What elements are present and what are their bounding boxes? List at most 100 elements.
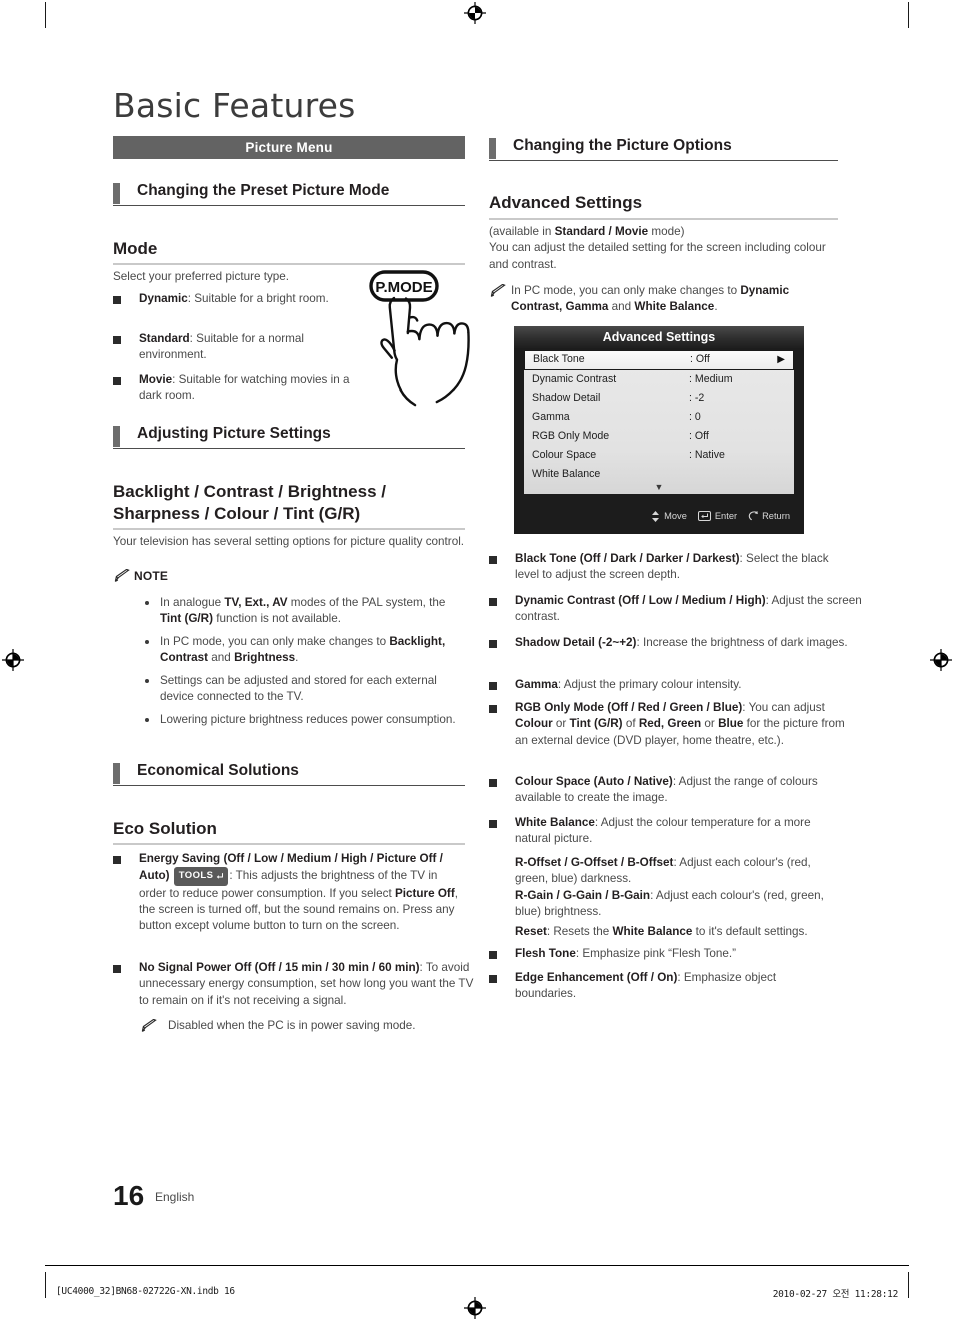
white-balance-sub-offset: R-Offset / G-Offset / B-Offset: Adjust e… [515, 856, 811, 886]
osd-hint-enter: Enter [697, 511, 738, 521]
osd-row-shadow-detail[interactable]: Shadow Detail : -2 [524, 390, 794, 408]
term-standard: Standard [139, 332, 190, 345]
footer-divider [45, 1265, 909, 1266]
heading-backlight-rule [113, 528, 465, 530]
osd-row-value: : -2 [689, 392, 705, 404]
footer-timestamp: 2010-02-27 오전 11:28:12 [772, 1289, 899, 1300]
osd-row-value: : Native [689, 449, 725, 461]
tv-osd-advanced-settings: Advanced Settings Black Tone : Off ▶ Dyn… [514, 326, 804, 534]
crop-mark-bottom-left [45, 1272, 47, 1298]
section-tab-icon [489, 138, 496, 159]
osd-row-gamma[interactable]: Gamma : 0 [524, 409, 794, 427]
section-tab-icon [113, 183, 120, 204]
osd-row-value: : Medium [689, 373, 733, 385]
desc-dynamic: : Suitable for a bright room. [187, 292, 329, 305]
heading-backlight-contrast: Backlight / Contrast / Brightness / Shar… [113, 481, 473, 525]
return-arrow-icon [748, 511, 758, 521]
square-bullet-icon [113, 965, 121, 973]
osd-row-label: Dynamic Contrast [532, 373, 617, 385]
round-bullet-icon [145, 601, 149, 605]
option-text: Dynamic Contrast (Off / Low / Medium / H… [515, 594, 862, 624]
option-text: White Balance: Adjust the colour tempera… [515, 816, 811, 846]
section-rule [489, 159, 838, 161]
pmode-button-illustration: P.MODE [366, 268, 478, 410]
osd-row-rgb-only-mode[interactable]: RGB Only Mode : Off [524, 428, 794, 446]
registration-mark-top [464, 2, 486, 24]
option-text: Black Tone (Off / Dark / Darker / Darkes… [515, 552, 829, 582]
square-bullet-icon [489, 556, 497, 564]
list-item-text: Movie: Suitable for watching movies in a… [139, 372, 363, 405]
heading-advanced-rule [489, 218, 838, 220]
backlight-intro: Your television has several setting opti… [113, 535, 465, 548]
osd-hint-enter-label: Enter [714, 511, 738, 521]
section-header-economical-solutions: Economical Solutions [113, 762, 465, 786]
crop-mark-top-right [908, 2, 910, 28]
section-tab-icon [113, 426, 120, 447]
square-bullet-icon [489, 640, 497, 648]
osd-list: Black Tone : Off ▶ Dynamic Contrast : Me… [524, 350, 794, 494]
note-label-text: NOTE [134, 569, 169, 583]
osd-hint-move: Move [651, 510, 687, 522]
square-bullet-icon [113, 377, 121, 385]
square-bullet-icon [113, 296, 121, 304]
square-bullet-icon [489, 951, 497, 959]
osd-row-value: : Off [690, 353, 710, 365]
mode-intro: Select your preferred picture type. [113, 270, 290, 283]
heading-mode-rule [113, 263, 465, 265]
list-item-text: Dynamic: Suitable for a bright room. [139, 291, 329, 307]
list-item-text: No Signal Power Off (Off / 15 min / 30 m… [139, 961, 474, 1007]
svg-text:P.MODE: P.MODE [375, 279, 432, 296]
option-text: Flesh Tone: Emphasize pink “Flesh Tone.” [515, 947, 737, 960]
note-item-text: Lowering picture brightness reduces powe… [160, 713, 456, 726]
osd-hint-return-label: Return [762, 511, 790, 521]
section-title: Economical Solutions [137, 762, 299, 779]
osd-row-black-tone[interactable]: Black Tone : Off ▶ [524, 350, 794, 370]
osd-row-label: Black Tone [533, 353, 585, 365]
tools-badge: TOOLS [173, 867, 229, 886]
section-tab-icon [113, 763, 120, 784]
heading-eco-solution: Eco Solution [113, 819, 217, 838]
crop-mark-top-left [45, 2, 47, 28]
osd-row-label: RGB Only Mode [532, 430, 610, 442]
osd-row-dynamic-contrast[interactable]: Dynamic Contrast : Medium [524, 371, 794, 389]
square-bullet-icon [489, 820, 497, 828]
manual-page: Basic Features Picture Menu Changing the… [0, 0, 954, 1321]
section-title: Changing the Preset Picture Mode [137, 182, 390, 199]
note-item-text: Settings can be adjusted and stored for … [160, 674, 437, 704]
section-rule [113, 447, 465, 449]
osd-row-colour-space[interactable]: Colour Space : Native [524, 447, 794, 465]
option-text: Colour Space (Auto / Native): Adjust the… [515, 775, 818, 805]
osd-row-label: White Balance [532, 468, 601, 480]
square-bullet-icon [489, 682, 497, 690]
chapter-bar: Picture Menu [113, 136, 465, 159]
term-dynamic: Dynamic [139, 292, 188, 305]
round-bullet-icon [145, 679, 149, 683]
osd-row-value: : Off [689, 430, 709, 442]
page-number: 16 [113, 1180, 145, 1211]
chevron-right-icon: ▶ [777, 354, 785, 365]
scroll-down-icon[interactable]: ▼ [524, 482, 794, 492]
section-title: Adjusting Picture Settings [137, 425, 331, 442]
heading-mode: Mode [113, 239, 158, 258]
option-text: RGB Only Mode (Off / Red / Green / Blue)… [515, 701, 845, 747]
osd-row-value: : 0 [689, 411, 701, 423]
heading-advanced-settings: Advanced Settings [489, 193, 643, 212]
white-balance-sub-reset: Reset: Resets the White Balance to it's … [515, 925, 808, 938]
square-bullet-icon [113, 336, 121, 344]
osd-row-label: Colour Space [532, 449, 597, 461]
registration-mark-right [930, 649, 952, 671]
crop-mark-bottom-right [908, 1272, 910, 1298]
white-balance-sub-gain: R-Gain / G-Gain / B-Gain: Adjust each co… [515, 889, 824, 919]
note-text: Disabled when the PC is in power saving … [168, 1019, 416, 1032]
list-item-text: Standard: Suitable for a normal environm… [139, 331, 363, 364]
osd-title: Advanced Settings [514, 326, 804, 348]
section-title: Changing the Picture Options [513, 137, 732, 154]
footer-file-info: [UC4000_32]BN68-02722G-XN.indb 16 [56, 1286, 235, 1297]
square-bullet-icon [489, 705, 497, 713]
note-item-text: In PC mode, you can only make changes to… [160, 635, 446, 665]
term-movie: Movie [139, 373, 173, 386]
registration-mark-left [2, 649, 24, 671]
page-title: Basic Features [113, 86, 356, 125]
note-text: In PC mode, you can only make changes to… [511, 284, 790, 314]
advanced-intro: (available in Standard / Movie mode) You … [489, 225, 826, 271]
